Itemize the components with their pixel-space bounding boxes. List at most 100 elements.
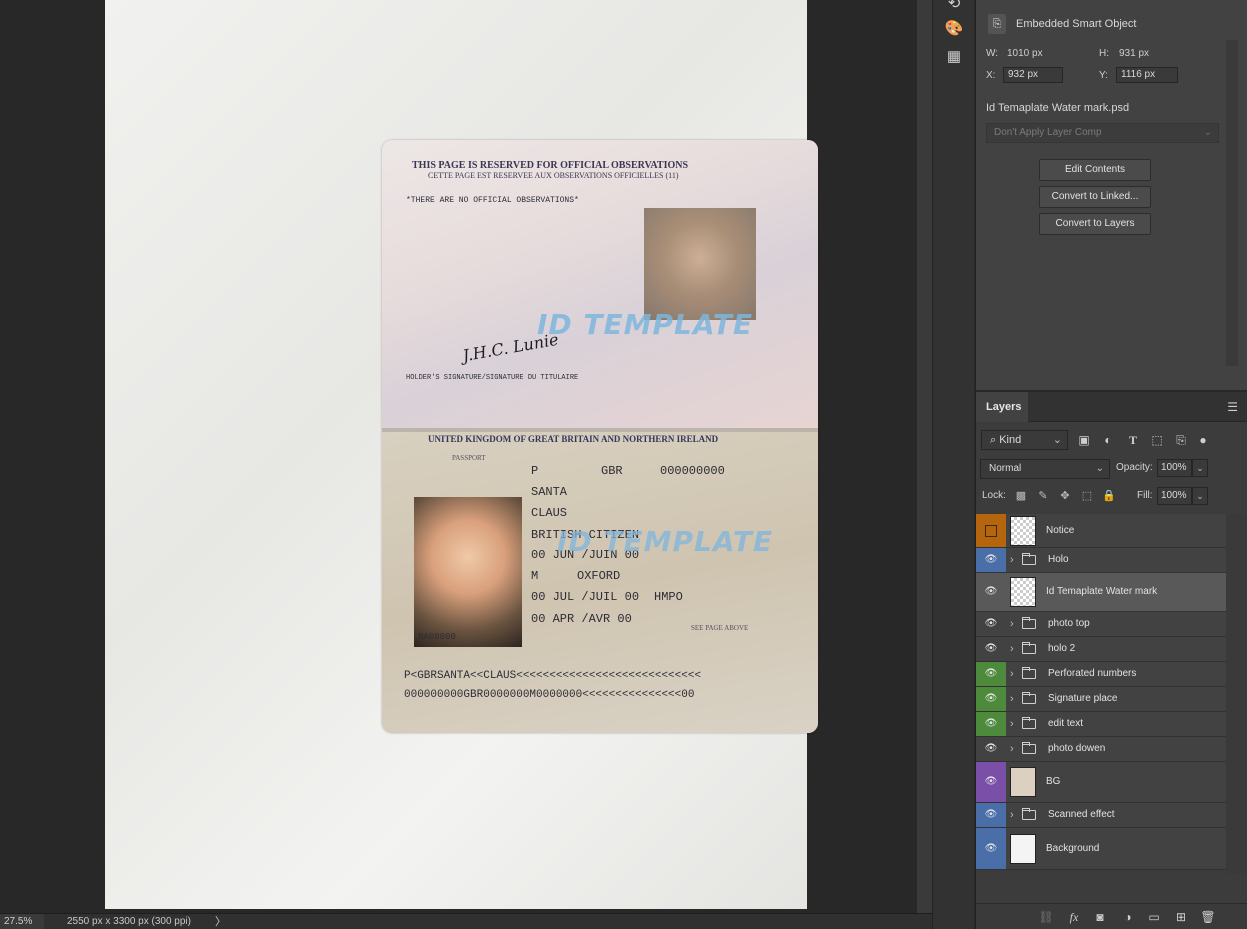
layer-visibility-toggle[interactable]: 👁 [976,712,1006,736]
layer-row[interactable]: 👁 › Signature place [976,687,1226,712]
layer-thumbnail[interactable] [1010,515,1036,546]
layer-row[interactable]: 👁 › holo 2 [976,637,1226,662]
convert-to-linked-button[interactable]: Convert to Linked... [1039,186,1151,208]
properties-scrollbar[interactable] [1226,40,1238,366]
link-icon[interactable]: ⛓ [1038,909,1054,925]
palette-icon[interactable]: 🎨 [944,19,964,39]
layer-visibility-toggle[interactable]: 👁 [976,687,1006,711]
opacity-dropdown[interactable]: ⌄ [1192,459,1208,477]
eye-icon[interactable]: 👁 [984,743,998,755]
lock-artboard-icon[interactable]: ⬚ [1080,489,1094,503]
chevron-right-icon[interactable]: › [1010,642,1014,656]
canvas-area[interactable]: THIS PAGE IS RESERVED FOR OFFICIAL OBSER… [0,0,917,913]
width-value[interactable]: 1010 px [1007,48,1043,59]
fill-input[interactable]: 100% [1157,487,1192,505]
layer-row[interactable]: 👁 › photo top [976,612,1226,637]
filter-kind-select[interactable]: ⌕ Kind ⌄ [981,430,1068,450]
opacity-input[interactable]: 100% [1157,459,1192,477]
chevron-right-icon[interactable]: › [1010,617,1014,631]
layer-row[interactable]: 👁 › edit text [976,712,1226,737]
lock-transparency-icon[interactable]: ▩ [1014,489,1028,503]
observations-note: *THERE ARE NO OFFICIAL OBSERVATIONS* [406,196,579,205]
layer-thumbnail[interactable] [1010,833,1036,864]
layer-comp-select[interactable]: Don't Apply Layer Comp ⌄ [986,123,1219,143]
chevron-right-icon[interactable]: › [1010,808,1014,822]
document-page[interactable]: THIS PAGE IS RESERVED FOR OFFICIAL OBSER… [105,0,818,909]
layer-visibility-toggle[interactable]: 👁 [976,737,1006,761]
x-input[interactable]: 932 px [1003,67,1063,83]
tab-layers[interactable]: Layers [976,392,1028,422]
passport-code: GBR [601,464,623,478]
lock-all-icon[interactable]: 🔒 [1102,489,1116,503]
lock-position-icon[interactable]: ✥ [1058,489,1072,503]
type-filter-icon[interactable]: T [1125,432,1141,448]
status-menu-arrow[interactable]: 〉 [215,914,226,929]
chevron-right-icon[interactable]: › [1010,667,1014,681]
zoom-level[interactable]: 27.5% [0,914,44,929]
filter-toggle-icon[interactable]: ● [1195,432,1211,448]
trash-icon[interactable]: 🗑 [1200,909,1216,925]
eye-icon[interactable]: 👁 [984,843,998,855]
layer-thumbnail[interactable] [1010,767,1036,797]
brush-settings-icon[interactable]: ⟲ [944,0,964,14]
shape-filter-icon[interactable]: ⬚ [1149,432,1165,448]
status-bar: 27.5% 2550 px x 3300 px (300 ppi) 〉 [0,913,932,929]
folder-icon [1022,667,1036,679]
fx-icon[interactable]: fx [1066,909,1082,925]
adjustment-filter-icon[interactable]: ◐ [1100,432,1116,448]
grid-icon[interactable]: ▦ [944,47,964,67]
layer-row[interactable]: 👁 BG [976,762,1226,803]
blend-mode-select[interactable]: Normal ⌄ [980,459,1110,479]
canvas-vertical-scrollbar[interactable] [917,0,932,913]
convert-to-layers-button[interactable]: Convert to Layers [1039,213,1151,235]
eye-icon[interactable]: 👁 [984,776,998,788]
layer-visibility-toggle[interactable]: 👁 [976,612,1006,636]
panel-menu-icon[interactable]: ☰ [1227,400,1238,414]
smart-object-filter-icon[interactable]: ⎘ [1173,432,1189,448]
layer-name: Id Temaplate Water mark [1046,586,1158,597]
eye-icon[interactable]: 👁 [984,554,998,566]
chevron-right-icon[interactable]: › [1010,717,1014,731]
new-layer-icon[interactable]: ⊞ [1173,909,1189,925]
layer-row[interactable]: 👁 › Scanned effect [976,803,1226,828]
layer-row[interactable]: 👁 › Perforated numbers [976,662,1226,687]
y-input[interactable]: 1116 px [1116,67,1178,83]
layer-visibility-toggle[interactable]: 👁 [976,662,1006,686]
pixel-filter-icon[interactable]: ▣ [1076,432,1092,448]
hidden-visibility-box[interactable] [985,524,997,537]
layer-thumbnail[interactable] [1010,577,1036,607]
layer-visibility-toggle[interactable]: 👁 [976,762,1006,802]
height-value[interactable]: 931 px [1119,48,1149,59]
chevron-right-icon[interactable]: › [1010,553,1014,567]
layer-filter-row: ⌕ Kind ⌄ ▣ ◐ T ⬚ ⎘ ● [976,428,1247,452]
eye-icon[interactable]: 👁 [984,809,998,821]
country-name: UNITED KINGDOM OF GREAT BRITAIN AND NORT… [428,434,719,444]
layer-visibility-toggle[interactable]: 👁 [976,803,1006,827]
eye-icon[interactable]: 👁 [984,618,998,630]
eye-icon[interactable]: 👁 [984,693,998,705]
folder-icon [1022,553,1036,565]
edit-contents-button[interactable]: Edit Contents [1039,159,1151,181]
layer-visibility-toggle[interactable]: 👁 [976,573,1006,611]
chevron-right-icon[interactable]: › [1010,742,1014,756]
eye-icon[interactable]: 👁 [984,718,998,730]
layer-visibility-toggle[interactable]: 👁 [976,548,1006,572]
eye-icon[interactable]: 👁 [984,586,998,598]
adjustment-icon[interactable]: ◑ [1120,909,1136,925]
layers-scrollbar[interactable] [1226,514,1247,874]
lock-pixels-icon[interactable]: ✎ [1036,489,1050,503]
layer-row[interactable]: 👁 Id Temaplate Water mark [976,573,1226,612]
layer-row[interactable]: 👁 Background [976,828,1226,870]
mask-icon[interactable]: ◙ [1092,909,1108,925]
layer-row[interactable]: 👁 › photo dowen [976,737,1226,762]
fill-dropdown[interactable]: ⌄ [1192,487,1208,505]
layer-visibility-toggle[interactable]: 👁 [976,828,1006,869]
eye-icon[interactable]: 👁 [984,643,998,655]
layer-row[interactable]: Notice [976,514,1226,548]
layer-row[interactable]: 👁 › Holo [976,548,1226,573]
layer-visibility-toggle[interactable] [976,514,1006,547]
eye-icon[interactable]: 👁 [984,668,998,680]
layer-visibility-toggle[interactable]: 👁 [976,637,1006,661]
new-group-icon[interactable]: ▭ [1146,909,1162,925]
chevron-right-icon[interactable]: › [1010,692,1014,706]
